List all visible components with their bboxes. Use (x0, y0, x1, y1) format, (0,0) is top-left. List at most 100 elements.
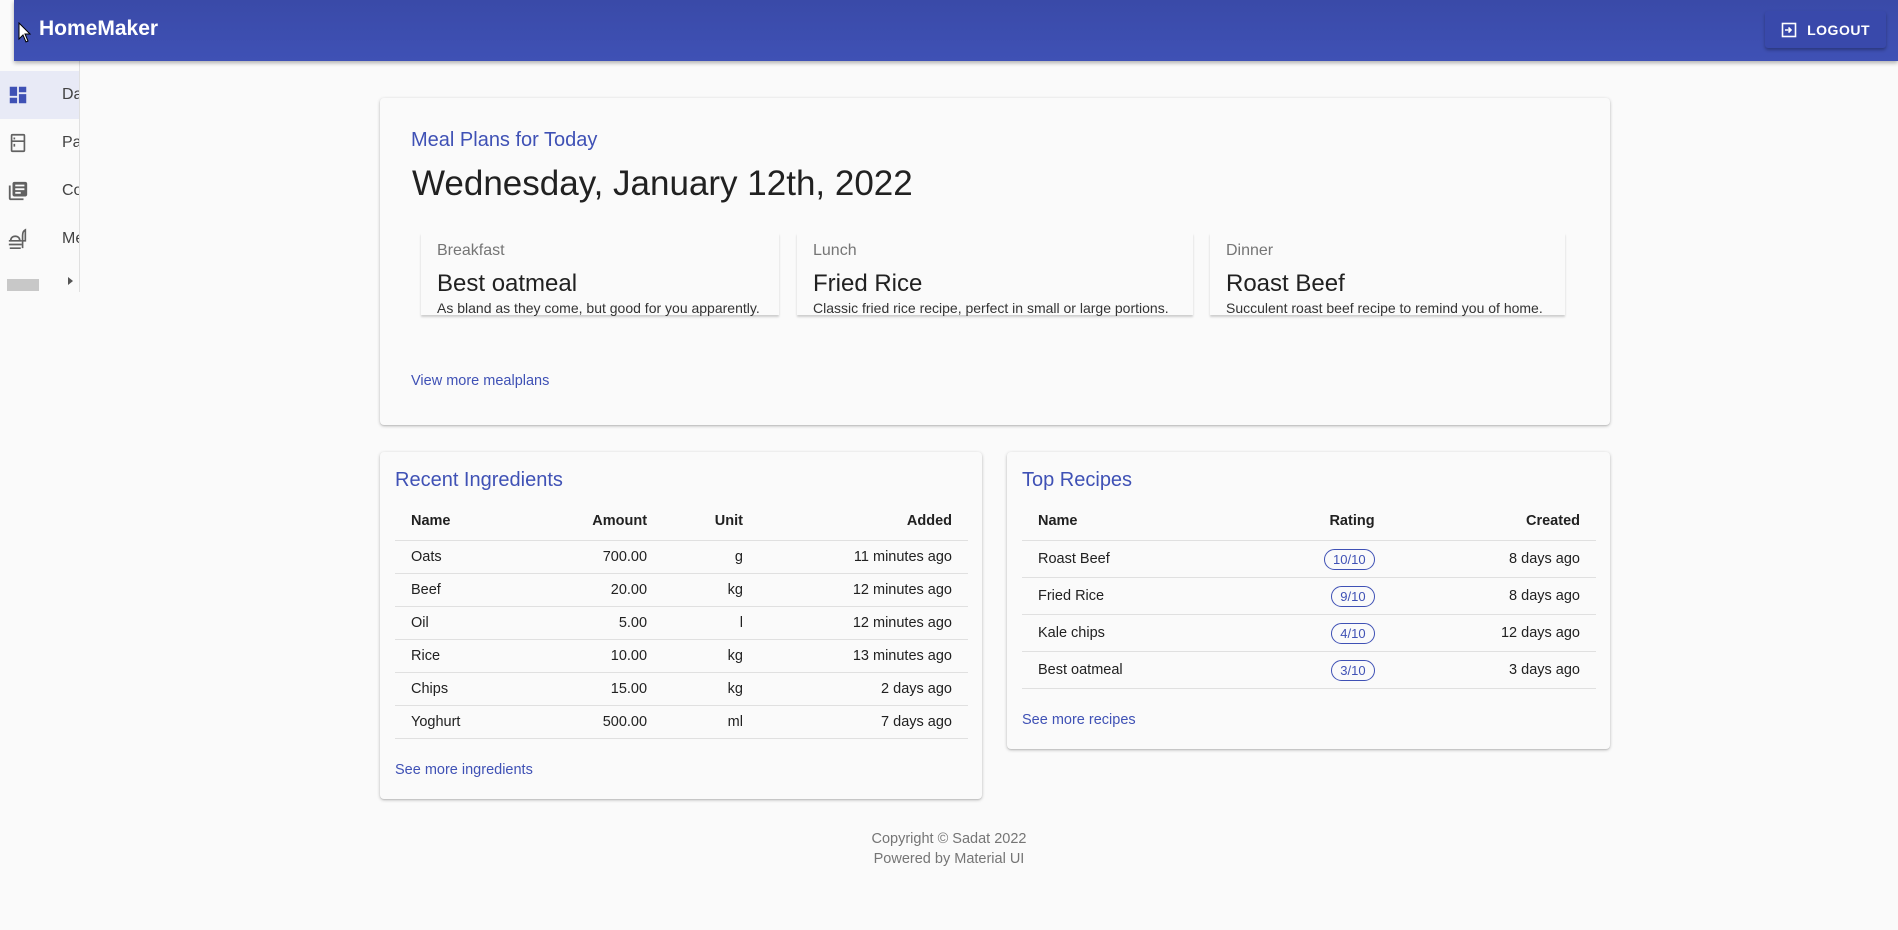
ingredient-name: Yoghurt (395, 705, 525, 739)
scrollbar-thumb[interactable] (7, 279, 39, 291)
ingredient-name: Beef (395, 573, 525, 607)
ingredient-amount: 15.00 (524, 672, 664, 706)
column-header-unit: Unit (663, 502, 759, 541)
recipe-rating-cell: 4/10 (1237, 614, 1391, 652)
meal-plans-date: Wednesday, January 12th, 2022 (412, 164, 913, 203)
recipe-created: 8 days ago (1390, 577, 1596, 615)
ingredient-name: Oats (395, 540, 525, 574)
ingredient-added: 13 minutes ago (758, 639, 968, 673)
meal-description: Succulent roast beef recipe to remind yo… (1226, 300, 1543, 316)
ingredient-unit: g (663, 540, 759, 574)
sidebar-item-label: Meal Plans (62, 230, 79, 247)
ingredient-amount: 20.00 (524, 573, 664, 607)
ingredient-amount: 5.00 (524, 606, 664, 640)
ingredient-added: 12 minutes ago (758, 573, 968, 607)
recipe-created: 3 days ago (1390, 651, 1596, 689)
recipe-rating-cell: 3/10 (1237, 651, 1391, 689)
recipe-name: Fried Rice (1022, 577, 1238, 615)
fridge-icon (10, 133, 26, 153)
meal-card-dinner[interactable]: Dinner Roast Beef Succulent roast beef r… (1210, 233, 1565, 316)
column-header-added: Added (758, 502, 968, 541)
ingredient-name: Oil (395, 606, 525, 640)
sidebar: Dashboard Pantry Cookbook Meal Plans (0, 61, 80, 292)
recipe-created: 12 days ago (1390, 614, 1596, 652)
table-row[interactable]: Best oatmeal 3/10 3 days ago (1022, 651, 1596, 689)
footer-powered-by: Powered by Material UI (873, 851, 1025, 867)
ingredient-unit: ml (663, 705, 759, 739)
sidebar-item-cookbook[interactable]: Cookbook (0, 167, 79, 215)
library-books-icon (8, 181, 28, 201)
table-row[interactable]: Fried Rice 9/10 8 days ago (1022, 577, 1596, 615)
recipes-table: Name Rating Created Roast Beef 10/10 8 day… (1022, 502, 1596, 689)
sidebar-scrollbar[interactable] (0, 272, 79, 292)
ingredient-unit: kg (663, 639, 759, 673)
app-title[interactable]: HomeMaker (39, 17, 158, 41)
rating-chip: 3/10 (1331, 659, 1375, 681)
meal-description: As bland as they come, but good for you … (437, 300, 760, 316)
meal-card-breakfast[interactable]: Breakfast Best oatmeal As bland as they … (421, 233, 779, 316)
ingredient-added: 12 minutes ago (758, 606, 968, 640)
table-row[interactable]: Beef 20.00 kg 12 minutes ago (395, 573, 968, 607)
table-row[interactable]: Oil 5.00 l 12 minutes ago (395, 606, 968, 640)
meal-type: Breakfast (437, 242, 505, 259)
ingredient-amount: 700.00 (524, 540, 664, 574)
ingredient-unit: kg (663, 573, 759, 607)
recipe-rating-cell: 10/10 (1237, 540, 1391, 578)
sidebar-item-dashboard[interactable]: Dashboard (0, 71, 79, 119)
dashboard-icon (9, 86, 27, 104)
meal-name: Fried Rice (813, 270, 923, 297)
recipe-rating-cell: 9/10 (1237, 577, 1391, 615)
column-header-rating: Rating (1237, 502, 1391, 541)
recent-ingredients-heading: Recent Ingredients (395, 469, 563, 491)
app-bar: HomeMaker LOGOUT (14, 0, 1898, 61)
column-header-created: Created (1390, 502, 1596, 541)
see-more-ingredients-link[interactable]: See more ingredients (395, 762, 533, 778)
meal-plans-card: Meal Plans for Today Wednesday, January … (380, 98, 1610, 425)
recent-ingredients-card: Recent Ingredients Name Amount Unit Adde… (380, 452, 982, 799)
table-row[interactable]: Yoghurt 500.00 ml 7 days ago (395, 705, 968, 739)
top-recipes-card: Top Recipes Name Rating Created Roast Be… (1007, 452, 1610, 749)
meal-type: Dinner (1226, 242, 1274, 259)
column-header-name: Name (395, 502, 525, 541)
view-more-mealplans-link[interactable]: View more mealplans (411, 373, 549, 389)
column-header-name: Name (1022, 502, 1238, 541)
ingredient-amount: 10.00 (524, 639, 664, 673)
table-row[interactable]: Rice 10.00 kg 13 minutes ago (395, 639, 968, 673)
ingredient-amount: 500.00 (524, 705, 664, 739)
mouse-cursor-icon (18, 22, 32, 43)
table-header-row: Name Amount Unit Added (395, 502, 968, 541)
ingredient-unit: kg (663, 672, 759, 706)
sidebar-item-meal-plans[interactable]: Meal Plans (0, 215, 79, 263)
table-row[interactable]: Kale chips 4/10 12 days ago (1022, 614, 1596, 652)
logout-button[interactable]: LOGOUT (1765, 11, 1886, 48)
scroll-right-arrow-icon[interactable] (68, 277, 73, 285)
meal-description: Classic fried rice recipe, perfect in sm… (813, 300, 1169, 316)
recipe-name: Kale chips (1022, 614, 1238, 652)
logout-label: LOGOUT (1807, 21, 1870, 38)
ingredient-name: Chips (395, 672, 525, 706)
column-header-amount: Amount (524, 502, 664, 541)
see-more-recipes-link[interactable]: See more recipes (1022, 712, 1136, 728)
sidebar-item-label: Cookbook (62, 182, 79, 199)
ingredient-added: 11 minutes ago (758, 540, 968, 574)
table-row[interactable]: Chips 15.00 kg 2 days ago (395, 672, 968, 706)
recipe-name: Best oatmeal (1022, 651, 1238, 689)
sidebar-item-pantry[interactable]: Pantry (0, 119, 79, 167)
ingredient-unit: l (663, 606, 759, 640)
logout-icon (1781, 22, 1797, 37)
table-row[interactable]: Roast Beef 10/10 8 days ago (1022, 540, 1596, 578)
ingredient-added: 7 days ago (758, 705, 968, 739)
rating-chip: 4/10 (1331, 622, 1375, 644)
sidebar-item-label: Pantry (62, 134, 79, 151)
table-row[interactable]: Oats 700.00 g 11 minutes ago (395, 540, 968, 574)
table-header-row: Name Rating Created (1022, 502, 1596, 541)
ingredient-added: 2 days ago (758, 672, 968, 706)
top-recipes-heading: Top Recipes (1022, 469, 1133, 491)
footer-copyright: Copyright © Sadat 2022 (871, 831, 1027, 847)
food-icon (8, 228, 27, 249)
meal-name: Roast Beef (1226, 270, 1345, 297)
recipe-created: 8 days ago (1390, 540, 1596, 578)
meal-card-lunch[interactable]: Lunch Fried Rice Classic fried rice reci… (797, 233, 1193, 316)
meal-plans-heading: Meal Plans for Today (411, 129, 598, 151)
ingredient-name: Rice (395, 639, 525, 673)
